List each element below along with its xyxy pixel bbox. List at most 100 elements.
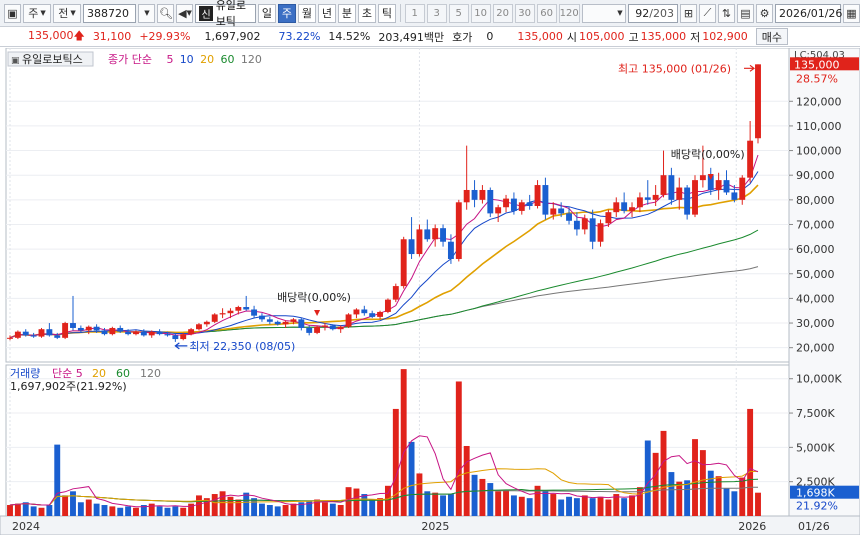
minute-option-20[interactable]: 20 (492, 3, 513, 23)
candle-body (345, 314, 352, 327)
volume-bar (62, 495, 69, 516)
minute-option-1[interactable]: 1 (404, 3, 425, 23)
candle-body (534, 185, 541, 206)
volume-bar (133, 507, 139, 516)
volume-bar (22, 502, 29, 516)
minute-option-label: 10 (474, 7, 488, 19)
search-button[interactable]: 🔍︎ (157, 3, 175, 23)
candle-body (392, 286, 399, 300)
volume-text: 1,697,902주(21.92%) (10, 380, 127, 393)
volume-tick-label: 5,000K (796, 441, 835, 454)
candle-body (7, 337, 13, 339)
price-legend-item: 종가 단순 (108, 53, 152, 66)
high-price: 135,000 (640, 30, 687, 43)
price-tick-label: 40,000 (796, 292, 835, 305)
volume-bar (109, 506, 116, 516)
volume-bar (46, 505, 53, 516)
open-label: 시 (566, 30, 577, 44)
candle-body (432, 228, 439, 240)
volume-bar (219, 491, 226, 516)
period-year-label: 년 (321, 7, 332, 20)
period-minute[interactable]: 분 (337, 3, 356, 23)
period-month[interactable]: 월 (297, 3, 316, 23)
candle-body (526, 202, 533, 206)
period-year[interactable]: 년 (317, 3, 336, 23)
volume-bar (432, 492, 439, 516)
minute-option-dropdown[interactable]: ▼ (581, 3, 626, 23)
volume-bar (353, 488, 360, 516)
grid-icon: ⊞ (683, 6, 694, 20)
price-legend-item: 120 (241, 53, 262, 66)
volume-bar (566, 496, 572, 516)
code-dropdown-button[interactable]: ▼ (138, 3, 156, 23)
volume-bar (526, 498, 533, 516)
volume-bar (101, 505, 108, 516)
volume-bar (243, 492, 250, 516)
candle-body (589, 218, 596, 242)
minute-option-label: 3 (433, 7, 440, 19)
price-legend-name: 유일로보틱스 (22, 52, 83, 66)
minute-option-120[interactable]: 120 (558, 3, 580, 23)
candle-body (188, 329, 195, 335)
price-tick-label: 30,000 (796, 317, 835, 330)
volume-bar (148, 503, 155, 516)
candle-body (731, 192, 738, 200)
market-select[interactable]: 전 ▼ (53, 3, 81, 23)
candle-body (62, 323, 69, 338)
candle-body (77, 327, 84, 331)
settings-button[interactable]: ⚙ (756, 3, 773, 23)
chart-layout-icon[interactable]: ▣ (4, 3, 21, 23)
stock-chart[interactable]: 120,000 110,000 100,000 90,000 80,000 70,000 6… (0, 47, 860, 535)
candle-body (692, 180, 698, 215)
volume-bar (621, 498, 628, 516)
count-value: 92 (635, 6, 650, 20)
grid-button[interactable]: ⊞ (680, 3, 697, 23)
period-week[interactable]: 주 (277, 3, 296, 23)
candle-body (117, 327, 124, 332)
save-icon: ▤ (740, 6, 751, 20)
price-legend-item: 60 (221, 53, 235, 66)
volume-bar (211, 494, 218, 516)
minute-option-30[interactable]: 30 (514, 3, 535, 23)
candle-body (46, 329, 53, 336)
volume-bar (369, 499, 376, 516)
date-input[interactable]: 2026/01/26 (775, 3, 842, 23)
candle-body (495, 207, 502, 214)
volume-bar (558, 499, 565, 516)
chart-type-select[interactable]: 주 ▼ (23, 3, 51, 23)
volume-bar (164, 507, 171, 516)
candle-body (558, 208, 565, 214)
minute-option-60[interactable]: 60 (536, 3, 557, 23)
candle-body (211, 314, 218, 322)
period-day[interactable]: 일 (257, 3, 276, 23)
price-panel[interactable] (5, 47, 790, 363)
sound-button[interactable]: ◀︎ ▼ (176, 3, 194, 23)
minute-option-10[interactable]: 10 (470, 3, 491, 23)
candle-body (361, 309, 368, 314)
minute-option-5[interactable]: 5 (448, 3, 469, 23)
count-input[interactable]: 92/203 (627, 3, 678, 23)
bid-label: 호가 (452, 30, 473, 44)
period-second[interactable]: 초 (357, 3, 376, 23)
save-button[interactable]: ▤ (737, 3, 754, 23)
period-tick[interactable]: 틱 (377, 3, 396, 23)
chevron-down-icon: ▼ (70, 9, 76, 17)
volume-bar (196, 495, 202, 516)
candle-body (636, 197, 643, 208)
candle-body (219, 313, 226, 315)
candle-body (566, 213, 572, 221)
x-axis-cursor-date: 01/26 (798, 520, 830, 533)
volume-bar (7, 505, 13, 516)
date-picker-button[interactable]: ▦ (843, 3, 860, 23)
stock-code-input[interactable]: 388720 (83, 3, 137, 23)
high-label: 고 (628, 30, 639, 44)
stock-name-field[interactable]: 신 유일로보틱 (195, 0, 256, 28)
draw-button[interactable]: ⟋ (699, 3, 716, 23)
compare-button[interactable]: ⇅ (718, 3, 735, 23)
up-arrow-icon: 🡅 (73, 29, 85, 42)
price-legend-item: 5 (167, 53, 174, 66)
minute-option-3[interactable]: 3 (426, 3, 447, 23)
price-tick-label: 70,000 (796, 218, 835, 231)
volume-bar (747, 408, 754, 516)
buy-button[interactable]: 매수 (755, 28, 788, 45)
